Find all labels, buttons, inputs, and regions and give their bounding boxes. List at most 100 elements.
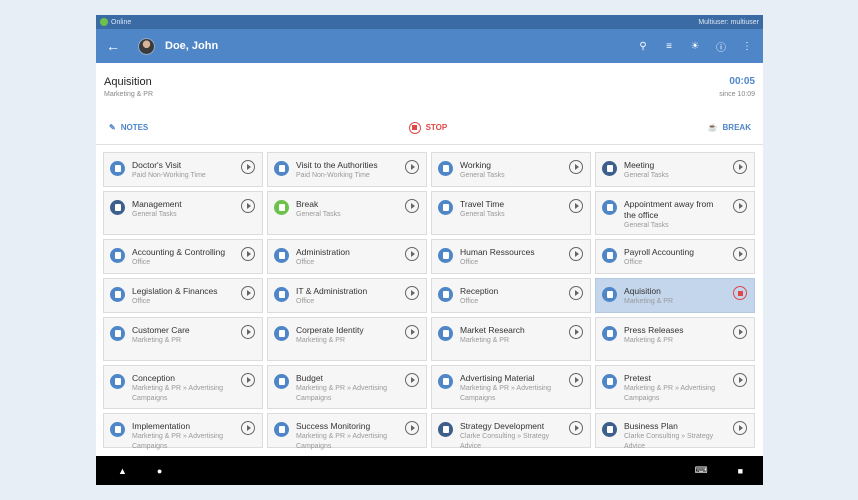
current-task-category: Marketing & PR <box>104 91 154 98</box>
task-card[interactable]: Market Research Marketing & PR <box>431 317 591 361</box>
recents-icon[interactable]: ■ <box>738 466 743 476</box>
search-icon[interactable]: ⚲ <box>637 40 649 52</box>
task-card[interactable]: Meeting General Tasks <box>595 152 755 187</box>
task-category: Office <box>132 298 151 305</box>
play-icon[interactable] <box>569 325 583 339</box>
coffee-icon <box>274 200 289 215</box>
play-icon[interactable] <box>241 286 255 300</box>
task-card[interactable]: Advertising Material Marketing & PR » Adv… <box>431 365 591 409</box>
play-icon[interactable] <box>241 199 255 213</box>
back-arrow-icon[interactable]: ← <box>106 38 126 54</box>
break-button[interactable]: ☕ BREAK <box>708 123 751 132</box>
play-icon[interactable] <box>733 160 747 174</box>
task-name: Doctor's Visit <box>132 160 182 170</box>
play-icon[interactable] <box>405 286 419 300</box>
play-icon[interactable] <box>241 247 255 261</box>
stop-button[interactable]: STOP <box>408 121 447 134</box>
play-icon[interactable] <box>733 373 747 387</box>
play-icon[interactable] <box>241 373 255 387</box>
clipboard-icon <box>110 287 125 302</box>
task-card[interactable]: Press Releases Marketing & PR <box>595 317 755 361</box>
task-category: Office <box>460 298 479 305</box>
more-vert-icon[interactable]: ⋮ <box>741 40 753 52</box>
connection-status: Online <box>111 18 132 26</box>
back-icon[interactable]: ▲ <box>118 466 127 476</box>
stop-icon[interactable] <box>733 286 747 300</box>
briefcase-icon <box>602 422 617 437</box>
task-card[interactable]: Payroll Accounting Office <box>595 239 755 274</box>
play-icon[interactable] <box>733 421 747 435</box>
play-icon[interactable] <box>733 325 747 339</box>
task-category: Marketing & PR » Advertising Campaigns <box>624 385 716 402</box>
play-icon[interactable] <box>569 421 583 435</box>
notes-label: NOTES <box>120 123 149 132</box>
task-category: Office <box>460 259 479 266</box>
task-name: Reception <box>460 286 499 296</box>
play-icon[interactable] <box>405 199 419 213</box>
play-icon[interactable] <box>569 247 583 261</box>
home-icon[interactable]: ● <box>157 466 162 476</box>
task-card[interactable]: Budget Marketing & PR » Advertising Campa… <box>267 365 427 409</box>
keyboard-icon[interactable]: ⌨ <box>695 465 708 476</box>
task-card[interactable]: Aquisition Marketing & PR <box>595 278 755 313</box>
task-card[interactable]: Doctor's Visit Paid Non-Working Time <box>103 152 263 187</box>
play-icon[interactable] <box>405 373 419 387</box>
app-bar: ← Doe, John ⚲ ≡ ☀ ⓘ ⋮ <box>96 29 763 63</box>
task-card[interactable]: Business Plan Clarke Consulting » Strateg… <box>595 413 755 450</box>
task-text: Corperate Identity Marketing & PR <box>296 325 420 346</box>
online-indicator-icon <box>100 18 108 26</box>
task-name: Administration <box>296 247 350 257</box>
task-card[interactable]: Travel Time General Tasks <box>431 191 591 235</box>
clipboard-icon <box>602 374 617 389</box>
task-name: Break <box>296 199 319 209</box>
clipboard-icon <box>602 326 617 341</box>
page-title: Doe, John <box>165 40 219 52</box>
task-card[interactable]: Human Ressources Office <box>431 239 591 274</box>
filter-icon[interactable]: ≡ <box>663 40 675 52</box>
task-card[interactable]: Working General Tasks <box>431 152 591 187</box>
play-icon[interactable] <box>405 247 419 261</box>
play-icon[interactable] <box>569 199 583 213</box>
play-icon[interactable] <box>733 247 747 261</box>
task-text: Break General Tasks <box>296 199 420 220</box>
task-card[interactable]: Corperate Identity Marketing & PR <box>267 317 427 361</box>
task-card[interactable]: Implementation Marketing & PR » Advertisi… <box>103 413 263 450</box>
clipboard-icon <box>438 287 453 302</box>
notes-button[interactable]: ✎ NOTES <box>109 123 148 132</box>
clipboard-icon <box>438 161 453 176</box>
info-icon[interactable]: ⓘ <box>715 40 727 54</box>
play-icon[interactable] <box>405 421 419 435</box>
task-card[interactable]: Visit to the Authorities Paid Non-Working… <box>267 152 427 187</box>
play-icon[interactable] <box>569 373 583 387</box>
play-icon[interactable] <box>241 325 255 339</box>
task-card[interactable]: Appointment away from the office General … <box>595 191 755 235</box>
user-info: Multiuser: multiuser <box>698 18 759 26</box>
clipboard-icon <box>274 161 289 176</box>
task-card[interactable]: Customer Care Marketing & PR <box>103 317 263 361</box>
task-card[interactable]: Administration Office <box>267 239 427 274</box>
play-icon[interactable] <box>241 421 255 435</box>
coffee-icon: ☕ <box>707 123 718 132</box>
play-icon[interactable] <box>405 160 419 174</box>
play-icon[interactable] <box>241 160 255 174</box>
play-icon[interactable] <box>569 286 583 300</box>
task-text: Strategy Development Clarke Consulting » … <box>460 421 584 452</box>
task-card[interactable]: Legislation & Finances Office <box>103 278 263 313</box>
play-icon[interactable] <box>569 160 583 174</box>
task-card[interactable]: Conception Marketing & PR » Advertising C… <box>103 365 263 409</box>
task-card[interactable]: Pretest Marketing & PR » Advertising Camp… <box>595 365 755 409</box>
task-category: Paid Non-Working Time <box>296 172 370 179</box>
brightness-icon[interactable]: ☀ <box>689 40 701 52</box>
task-card[interactable]: Accounting & Controlling Office <box>103 239 263 274</box>
task-card[interactable]: Strategy Development Clarke Consulting » … <box>431 413 591 450</box>
task-card[interactable]: IT & Administration Office <box>267 278 427 313</box>
play-icon[interactable] <box>405 325 419 339</box>
task-card[interactable]: Break General Tasks <box>267 191 427 235</box>
task-card[interactable]: Success Monitoring Marketing & PR » Adver… <box>267 413 427 450</box>
clipboard-icon <box>274 374 289 389</box>
task-card[interactable]: Management General Tasks <box>103 191 263 235</box>
play-icon[interactable] <box>733 199 747 213</box>
avatar[interactable] <box>138 37 155 55</box>
break-label: BREAK <box>722 123 751 132</box>
task-card[interactable]: Reception Office <box>431 278 591 313</box>
